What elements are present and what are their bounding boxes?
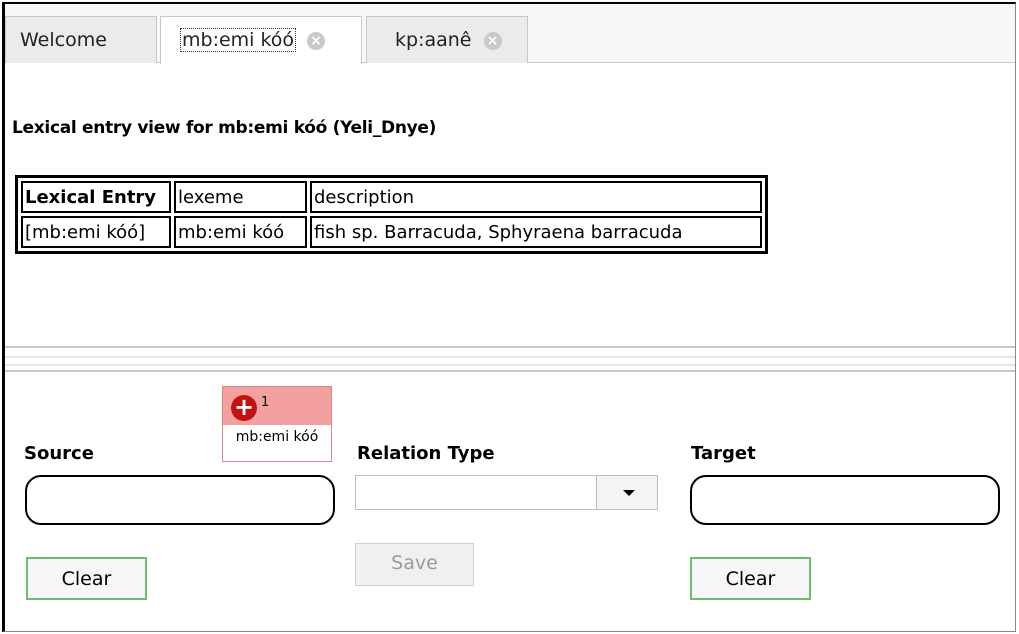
table-cell: fish sp. Barracuda, Sphyraena barracuda bbox=[310, 216, 762, 248]
tab-label: Welcome bbox=[20, 29, 107, 51]
source-clear-button[interactable]: Clear bbox=[26, 557, 147, 600]
relation-type-label: Relation Type bbox=[357, 443, 495, 464]
tab-kp-aane[interactable]: kp:aanê × bbox=[366, 16, 528, 63]
chevron-down-icon[interactable] bbox=[596, 476, 657, 509]
tab-bar: Welcome mb:emi kóó × kp:aanê × bbox=[5, 4, 1015, 64]
target-label: Target bbox=[691, 443, 756, 464]
pane-splitter[interactable] bbox=[5, 346, 1015, 372]
close-icon[interactable]: × bbox=[307, 32, 326, 50]
tab-label: mb:emi kóó bbox=[179, 28, 297, 52]
window-frame bbox=[2, 2, 1016, 632]
plus-circle-icon[interactable]: + bbox=[231, 395, 257, 421]
table-header-row: Lexical Entry lexeme description bbox=[21, 181, 762, 213]
tab-mb-emi-koo[interactable]: mb:emi kóó × bbox=[160, 16, 362, 64]
table-cell: mb:emi kóó bbox=[174, 216, 307, 248]
draggable-entry[interactable]: + 1 mb:emi kóó bbox=[222, 386, 332, 462]
lexical-entry-table: Lexical Entry lexeme description [mb:emi… bbox=[15, 175, 768, 254]
table-header: lexeme bbox=[174, 181, 307, 213]
table-row: [mb:emi kóó] mb:emi kóó fish sp. Barracu… bbox=[21, 216, 762, 248]
target-input[interactable] bbox=[690, 475, 1000, 525]
table-cell: [mb:emi kóó] bbox=[21, 216, 171, 248]
source-label: Source bbox=[24, 443, 94, 464]
table-header: description bbox=[310, 181, 762, 213]
tab-welcome[interactable]: Welcome bbox=[5, 16, 157, 63]
tab-label: kp:aanê bbox=[395, 29, 472, 51]
draggable-entry-label: mb:emi kóó bbox=[223, 425, 331, 461]
target-clear-button[interactable]: Clear bbox=[690, 557, 811, 600]
item-count: 1 bbox=[261, 395, 270, 410]
save-button[interactable]: Save bbox=[355, 543, 474, 586]
entry-title: Lexical entry view for mb:emi kóó (Yeli_… bbox=[12, 118, 437, 138]
source-input[interactable] bbox=[25, 475, 335, 525]
close-icon[interactable]: × bbox=[483, 32, 502, 50]
relation-type-select[interactable] bbox=[355, 475, 658, 510]
table-header: Lexical Entry bbox=[21, 181, 171, 213]
